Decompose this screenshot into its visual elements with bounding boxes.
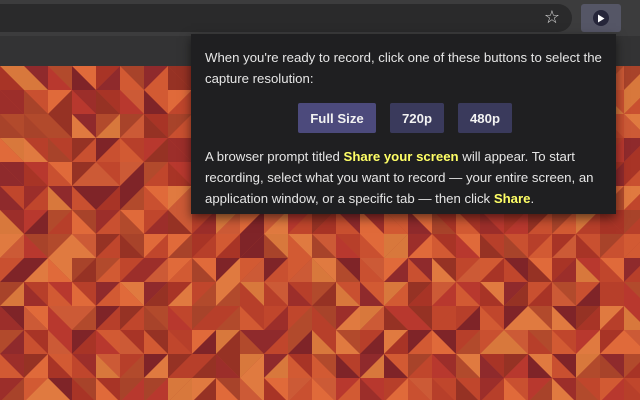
resolution-buttons: Full Size 720p 480p xyxy=(298,103,602,133)
bookmark-star-icon[interactable]: ☆ xyxy=(540,6,564,30)
full-size-button[interactable]: Full Size xyxy=(298,103,376,133)
browser-window: ☆ When you're ready to record, click one… xyxy=(0,0,640,400)
share-highlight: Share xyxy=(493,191,531,206)
play-triangle-shape xyxy=(598,14,605,22)
popup-info-text: A browser prompt titled Share your scree… xyxy=(205,146,602,209)
play-icon xyxy=(593,10,609,26)
browser-toolbar: ☆ xyxy=(0,0,640,36)
address-bar[interactable] xyxy=(0,4,572,32)
recording-popup: When you're ready to record, click one o… xyxy=(191,34,616,214)
popup-intro-text: When you're ready to record, click one o… xyxy=(205,50,602,86)
480p-button[interactable]: 480p xyxy=(458,103,512,133)
info-text-part3: . xyxy=(530,191,535,206)
720p-button[interactable]: 720p xyxy=(390,103,444,133)
share-your-screen-highlight: Share your screen xyxy=(343,149,459,164)
info-text-part1: A browser prompt titled xyxy=(205,149,344,164)
screen-recorder-extension-button[interactable] xyxy=(581,4,621,32)
